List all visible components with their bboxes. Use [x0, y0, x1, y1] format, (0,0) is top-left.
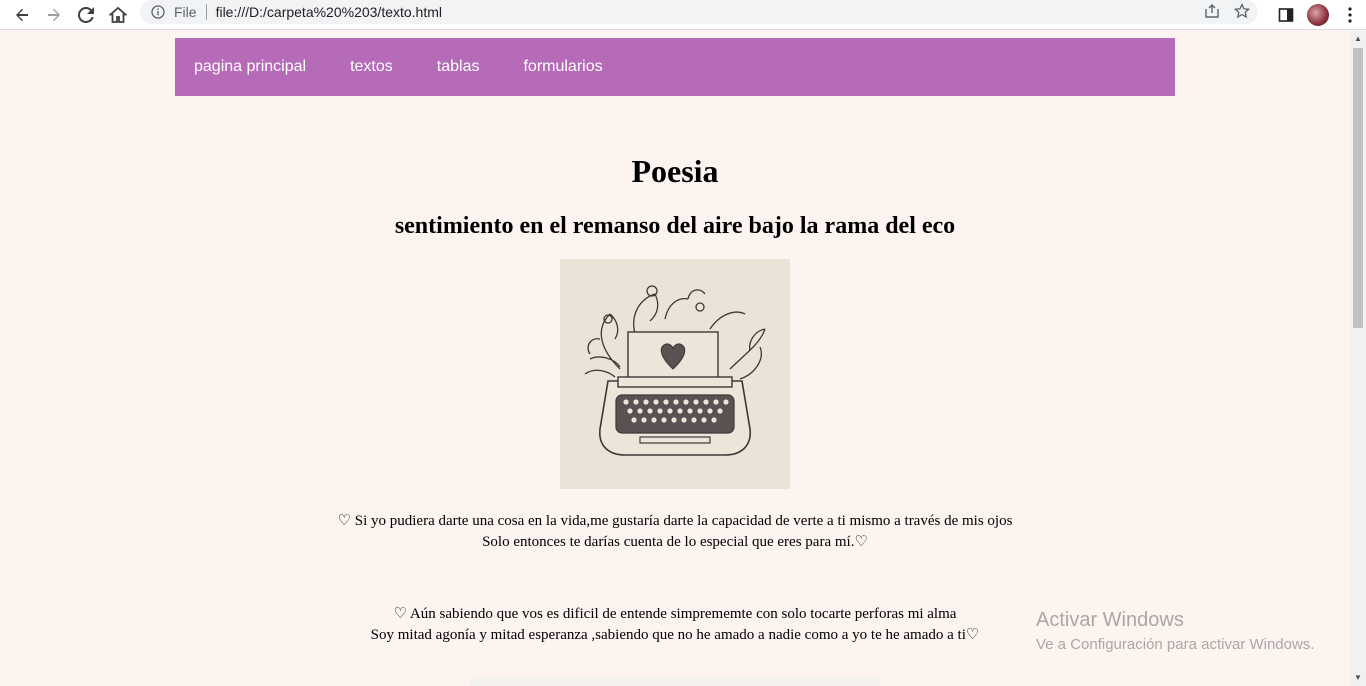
windows-activation-watermark: Activar Windows Ve a Configuración para … [1036, 609, 1314, 653]
nav-link-tablas[interactable]: tablas [437, 58, 480, 76]
url-text[interactable]: file:///D:/carpeta%20%203/texto.html [216, 4, 442, 20]
home-icon [109, 6, 127, 23]
side-panel-button[interactable] [1270, 0, 1302, 30]
arrow-left-icon [16, 8, 28, 21]
main-navbar: pagina principal textos tablas formulari… [175, 38, 1175, 96]
reload-icon [78, 6, 94, 23]
avatar [1307, 4, 1329, 26]
page-content: pagina principal textos tablas formulari… [0, 31, 1350, 686]
bookmark-star-icon[interactable] [1233, 2, 1251, 22]
home-button[interactable] [102, 0, 134, 30]
menu-button[interactable] [1334, 0, 1366, 30]
address-bar[interactable]: File file:///D:/carpeta%20%203/texto.htm… [140, 0, 1258, 24]
browser-toolbar: File file:///D:/carpeta%20%203/texto.htm… [0, 0, 1366, 30]
scheme-label: File [174, 4, 197, 20]
poem-line: Solo entonces te darías cuenta de lo esp… [482, 534, 868, 550]
scroll-down-arrow-icon[interactable]: ▼ [1354, 674, 1362, 682]
reload-button[interactable] [70, 0, 102, 30]
typewriter-illustration [560, 259, 790, 489]
arrow-right-icon [48, 8, 60, 21]
vertical-scrollbar[interactable]: ▲ ▼ [1350, 31, 1366, 686]
info-icon[interactable] [150, 4, 166, 20]
side-panel-icon [1278, 8, 1294, 22]
address-divider [205, 4, 207, 20]
page-subtitle: sentimiento en el remanso del aire bajo … [394, 213, 956, 239]
poem-line: ♡ Si yo pudiera darte una cosa en la vid… [337, 513, 1013, 529]
profile-button[interactable] [1302, 0, 1334, 30]
nav-link-pagina-principal[interactable]: pagina principal [194, 58, 306, 76]
next-section-edge [470, 677, 880, 686]
page-title: Poesia [631, 153, 719, 189]
scroll-up-arrow-icon[interactable]: ▲ [1354, 35, 1362, 43]
nav-link-formularios[interactable]: formularios [523, 58, 602, 76]
poem-paragraph-1: ♡ Si yo pudiera darte una cosa en la vid… [0, 511, 1350, 553]
kebab-menu-icon [1348, 7, 1352, 23]
watermark-title: Activar Windows [1036, 609, 1184, 631]
forward-button[interactable] [38, 0, 70, 30]
back-button[interactable] [6, 0, 38, 30]
scrollbar-thumb[interactable] [1353, 48, 1363, 328]
watermark-subtitle: Ve a Configuración para activar Windows. [1036, 636, 1315, 653]
toolbar-right [1270, 0, 1366, 30]
nav-link-textos[interactable]: textos [350, 58, 393, 76]
share-icon[interactable] [1204, 3, 1220, 22]
